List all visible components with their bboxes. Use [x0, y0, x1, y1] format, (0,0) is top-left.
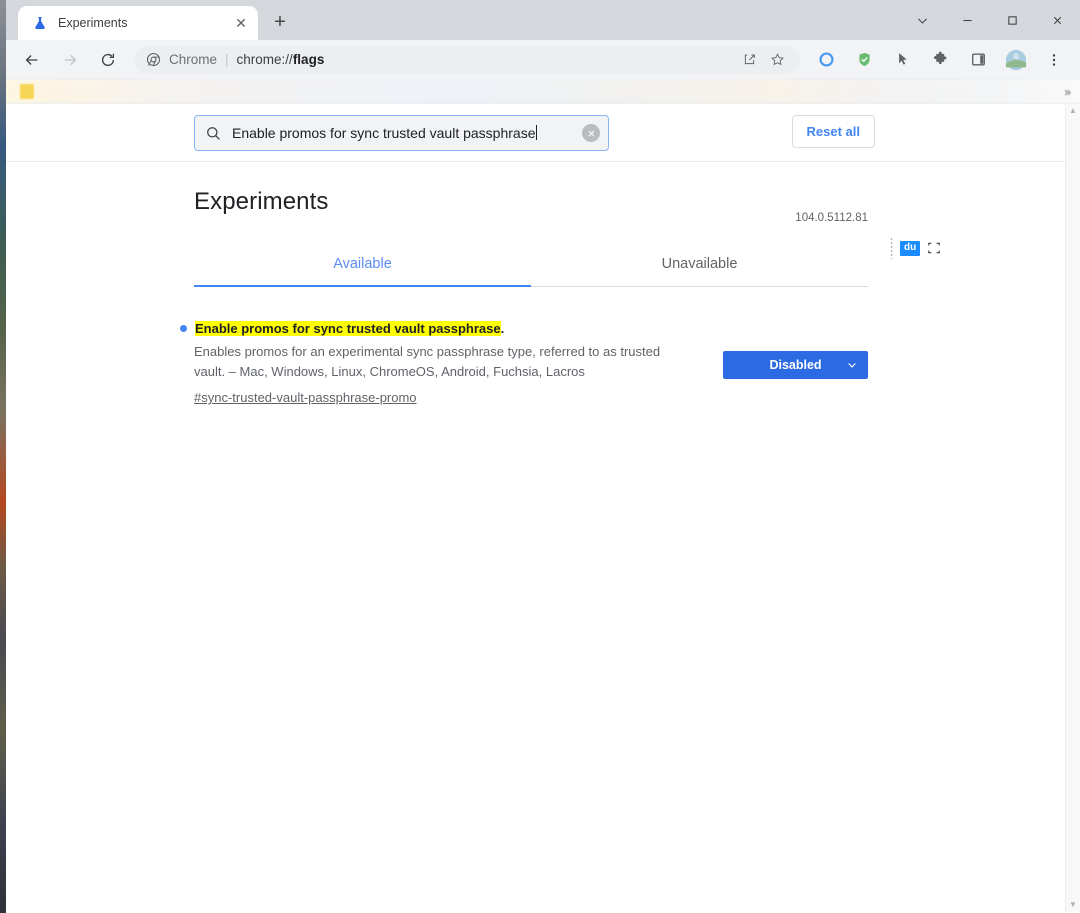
puzzle-icon[interactable] — [925, 45, 955, 75]
avatar-icon[interactable] — [1001, 45, 1031, 75]
tab-search-chevron-down-icon[interactable] — [900, 0, 945, 40]
back-button-icon[interactable] — [17, 45, 47, 75]
search-container: Enable promos for sync trusted vault pas… — [194, 115, 609, 151]
tab-available[interactable]: Available — [194, 246, 531, 286]
omnibox-url-path: flags — [292, 52, 325, 67]
clear-search-icon[interactable] — [582, 124, 600, 142]
new-tab-button[interactable]: + — [266, 8, 294, 36]
tab-strip: Experiments ✕ + — [6, 0, 1080, 40]
search-input-value[interactable]: Enable promos for sync trusted vault pas… — [232, 125, 572, 141]
browser-window: Experiments ✕ + Chrome | chrome://flags … — [6, 0, 1080, 913]
experiment-description: Enables promos for an experimental sync … — [194, 344, 661, 379]
experiment-title-highlight: Enable promos for sync trusted vault pas… — [195, 321, 501, 336]
bookmark-folder-icon[interactable] — [20, 84, 34, 99]
window-controls — [900, 0, 1080, 40]
experiment-row: Enable promos for sync trusted vault pas… — [180, 321, 868, 407]
experiment-details: Enable promos for sync trusted vault pas… — [180, 321, 723, 407]
experiment-state-select[interactable]: Disabled — [723, 351, 868, 379]
page-content: Enable promos for sync trusted vault pas… — [6, 104, 1080, 912]
chevron-down-icon — [846, 359, 858, 371]
address-bar[interactable]: Chrome | chrome://flags — [134, 45, 800, 74]
search-input-text: Enable promos for sync trusted vault pas… — [232, 125, 536, 141]
experiment-title-row: Enable promos for sync trusted vault pas… — [180, 321, 703, 336]
window-minimize-button[interactable] — [945, 0, 990, 40]
experiment-state-value: Disabled — [769, 358, 822, 372]
text-caret — [535, 125, 537, 140]
reset-all-button[interactable]: Reset all — [791, 115, 875, 148]
chrome-version-label: 104.0.5112.81 — [795, 212, 868, 224]
omnibox-separator: | — [225, 52, 229, 67]
address-bar-text: Chrome | chrome://flags — [169, 52, 324, 67]
screenshot-capture-icon[interactable] — [927, 241, 941, 255]
page-title: Experiments — [194, 188, 329, 215]
window-close-button[interactable] — [1035, 0, 1080, 40]
blue-circle-extension-icon[interactable] — [811, 45, 841, 75]
experiment-title: Enable promos for sync trusted vault pas… — [195, 321, 504, 336]
experiment-title-suffix: . — [500, 321, 505, 336]
experiment-list: Enable promos for sync trusted vault pas… — [180, 321, 868, 407]
experiment-control: Disabled — [723, 321, 868, 379]
forward-button-icon[interactable] — [55, 45, 85, 75]
drag-handle-icon[interactable] — [890, 237, 893, 259]
search-box[interactable]: Enable promos for sync trusted vault pas… — [194, 115, 609, 151]
flags-search-header: Enable promos for sync trusted vault pas… — [6, 104, 1080, 259]
omnibox-url: chrome://flags — [237, 52, 325, 67]
flask-icon — [35, 17, 45, 29]
three-dot-menu-icon[interactable] — [1039, 45, 1069, 75]
browser-tab-experiments[interactable]: Experiments ✕ — [18, 6, 258, 40]
active-tab-indicator — [194, 284, 531, 287]
bookmarks-overflow-button[interactable]: » — [1064, 85, 1071, 99]
search-icon — [207, 126, 220, 140]
du-extension-widget[interactable]: du — [890, 237, 941, 259]
omnibox-site-name: Chrome — [169, 52, 218, 67]
scrollbar-down-arrow[interactable]: ▼ — [1069, 901, 1077, 909]
omnibox-actions — [736, 47, 790, 73]
star-icon[interactable] — [764, 47, 790, 73]
experiment-anchor-link[interactable]: #sync-trusted-vault-passphrase-promo — [194, 390, 417, 405]
tab-close-button[interactable]: ✕ — [232, 14, 250, 32]
page-scrollbar[interactable]: ▲ ▼ — [1065, 104, 1080, 912]
reload-button-icon[interactable] — [93, 45, 123, 75]
tab-title: Experiments — [58, 16, 128, 30]
cursor-icon[interactable] — [887, 45, 917, 75]
scrollbar-up-arrow[interactable]: ▲ — [1069, 107, 1077, 115]
flags-content-column: Experiments 104.0.5112.81 Available Unav… — [180, 162, 868, 407]
experiment-bullet-icon — [180, 325, 187, 332]
du-badge[interactable]: du — [900, 240, 921, 256]
tab-unavailable[interactable]: Unavailable — [531, 246, 868, 286]
adguard-shield-icon[interactable] — [849, 45, 879, 75]
omnibox-url-prefix: chrome:// — [236, 52, 293, 67]
browser-toolbar: Chrome | chrome://flags — [6, 40, 1080, 80]
chrome-icon — [146, 52, 161, 67]
flags-tab-bar: Available Unavailable — [194, 246, 868, 287]
window-maximize-button[interactable] — [990, 0, 1035, 40]
bookmarks-bar[interactable]: » — [6, 80, 1080, 104]
side-panel-icon[interactable] — [963, 45, 993, 75]
share-icon[interactable] — [736, 47, 762, 73]
